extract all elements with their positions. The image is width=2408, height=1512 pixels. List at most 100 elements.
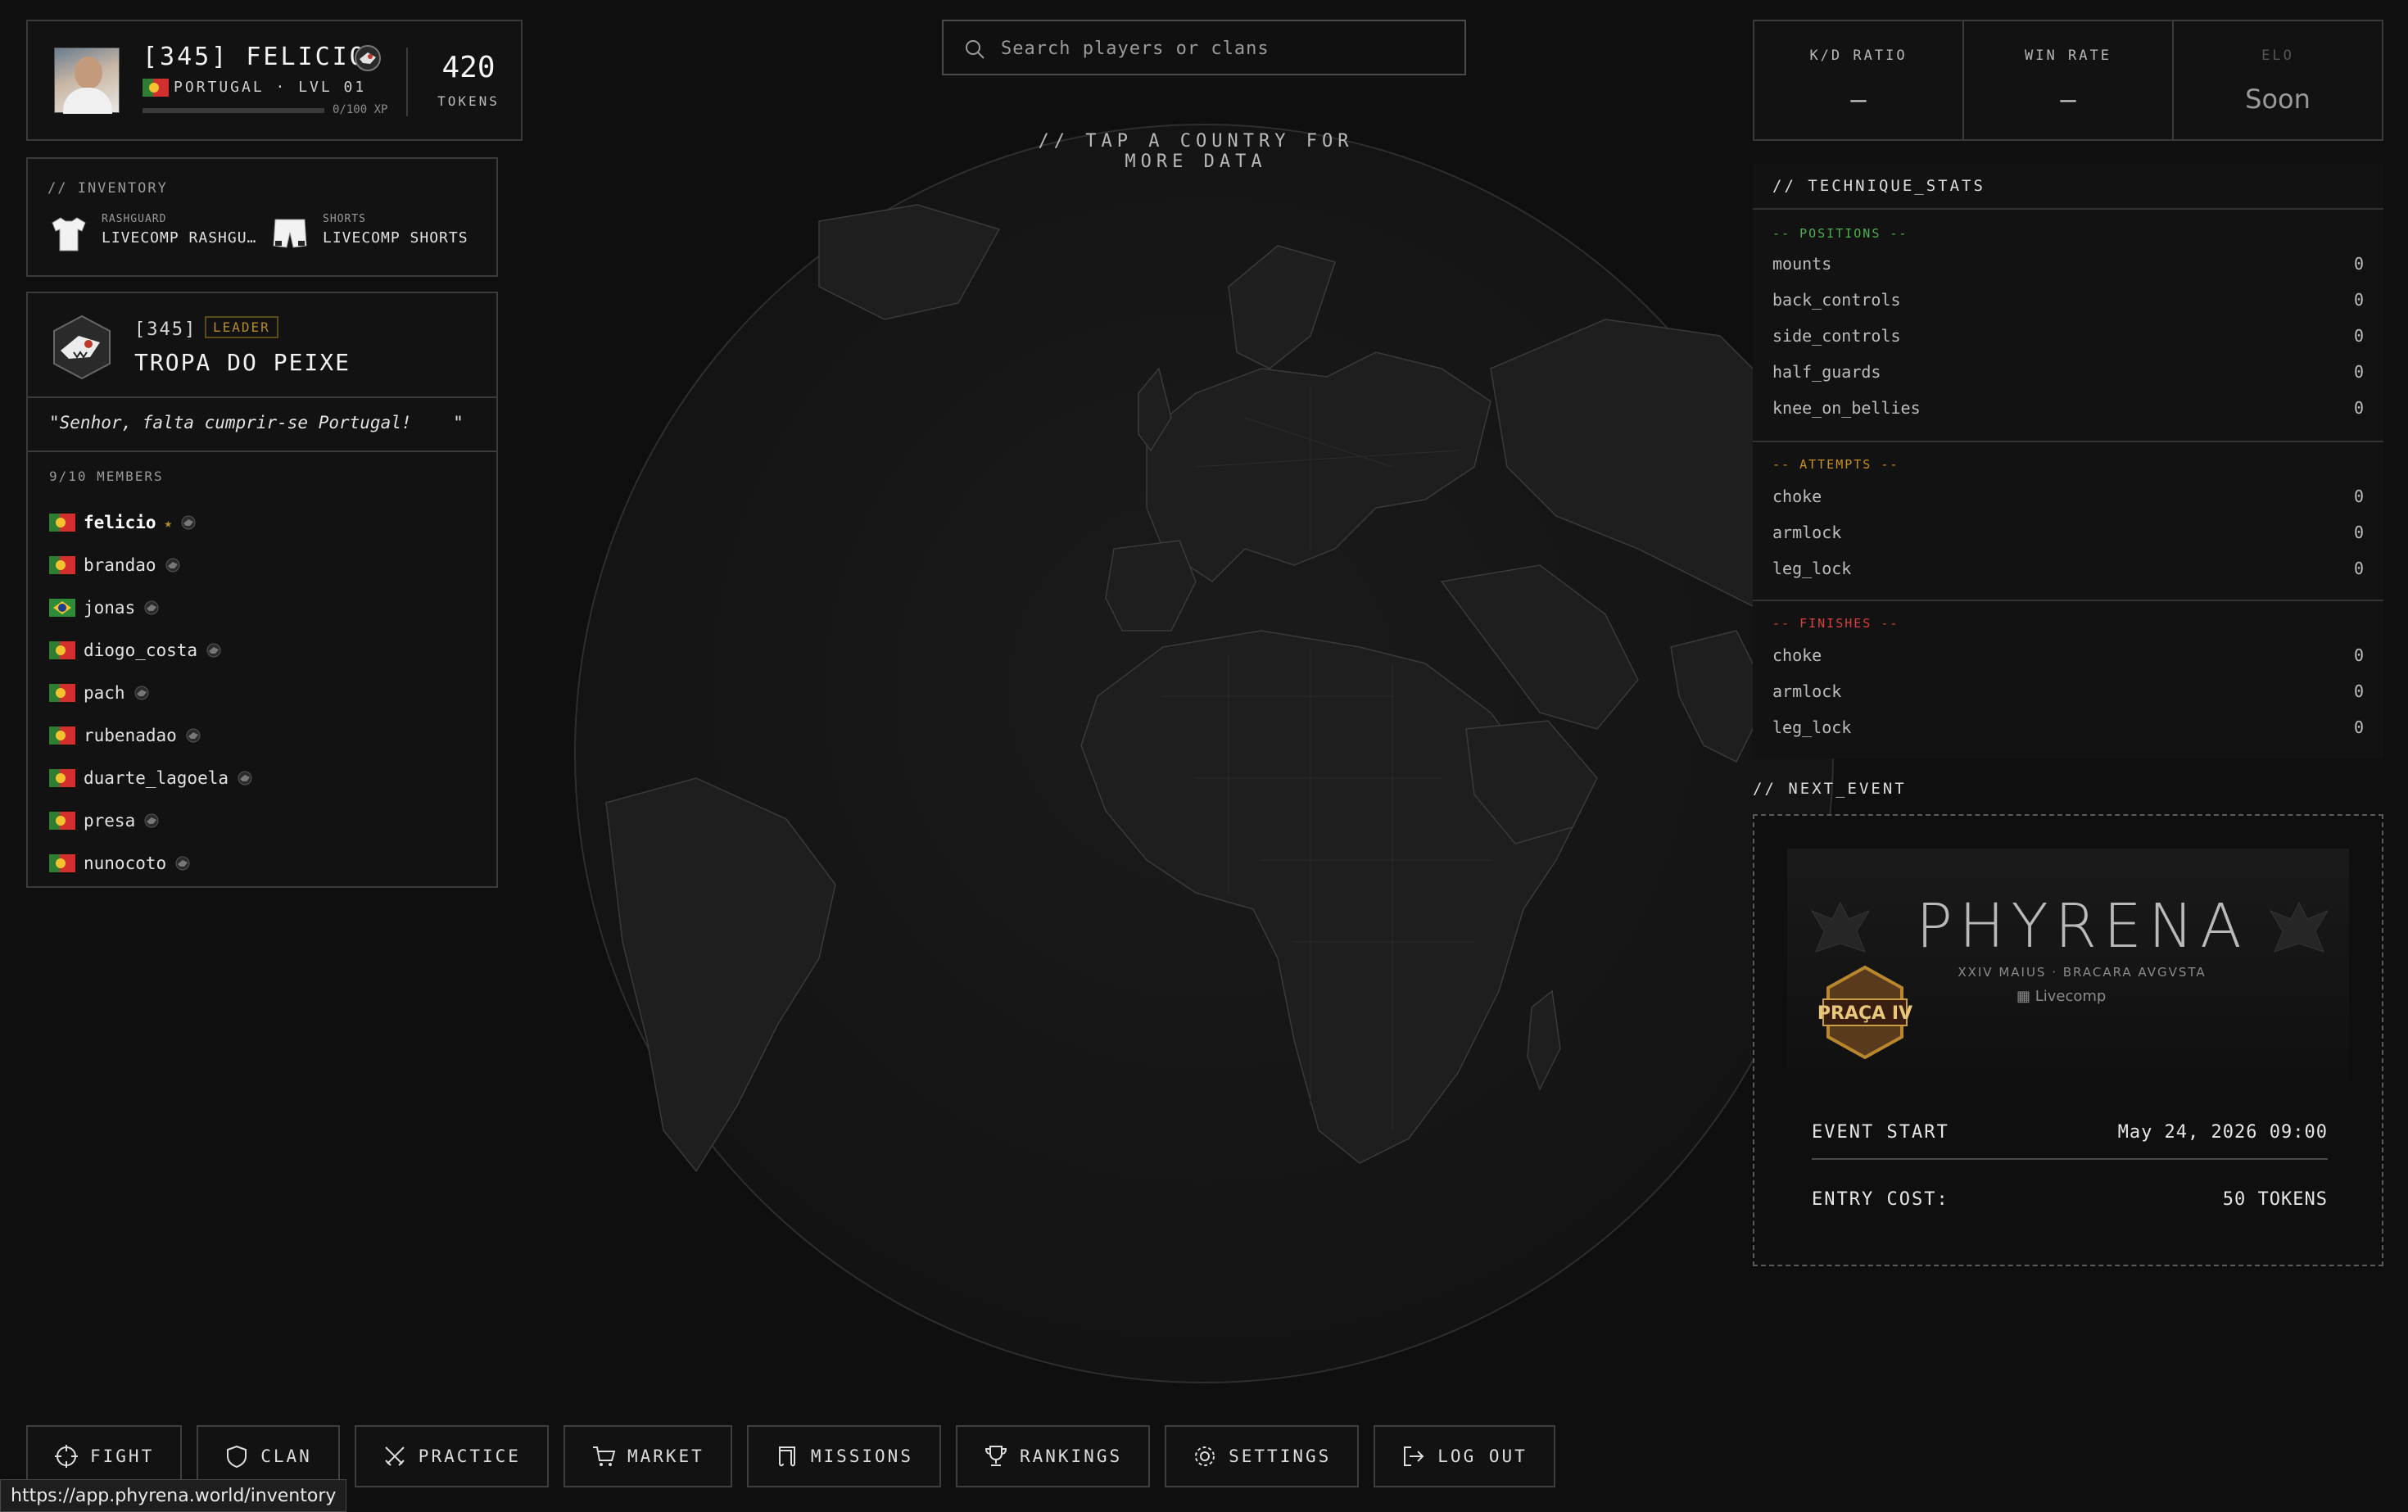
clan-mini-icon <box>181 515 196 530</box>
item-type: SHORTS <box>323 213 366 225</box>
member-row[interactable]: felicio ★ <box>49 501 253 544</box>
praca-badge-icon: PRAÇA IV <box>1817 965 1912 1060</box>
technique-stats-panel: // TECHNIQUE_STATS -- POSITIONS -- mount… <box>1753 164 2383 758</box>
row-value: 0 <box>2353 645 2364 665</box>
stat-value: — <box>1850 84 1867 115</box>
member-name: pach <box>84 683 125 703</box>
clan-emblem-icon[interactable] <box>49 315 115 380</box>
bottom-nav: FIGHT CLAN PRACTICE MARKET MISSIONS RANK… <box>26 1425 1555 1487</box>
nav-label: SETTINGS <box>1229 1446 1332 1466</box>
rankings-button[interactable]: RANKINGS <box>955 1425 1151 1487</box>
stat-value: — <box>2060 84 2076 115</box>
country-level: PORTUGAL · LVL 01 <box>174 79 367 96</box>
market-button[interactable]: MARKET <box>563 1425 732 1487</box>
member-name: felicio <box>84 513 156 532</box>
event-subtitle: XXIV MAIUS · BRACARA AVGVSTA <box>1958 965 2207 980</box>
stat-row: leg_lock 0 <box>1772 559 2364 595</box>
member-row[interactable]: presa <box>49 799 253 842</box>
member-name: diogo_costa <box>84 641 198 660</box>
event-banner[interactable]: PHYRENA XXIV MAIUS · BRACARA AVGVSTA ▦ L… <box>1787 849 2349 1081</box>
missions-button[interactable]: MISSIONS <box>746 1425 941 1487</box>
swords-icon <box>385 1446 405 1466</box>
gear-icon <box>1195 1446 1215 1466</box>
event-partner-label: Livecomp <box>2035 988 2107 1005</box>
member-row[interactable]: duarte_lagoela <box>49 757 253 799</box>
xp-text: 0/100 XP <box>333 103 388 116</box>
tokens-value: 420 <box>441 51 496 84</box>
logout-button[interactable]: LOG OUT <box>1374 1425 1555 1487</box>
member-row[interactable]: diogo_costa <box>49 629 253 672</box>
members-count: 9/10 MEMBERS <box>49 469 164 484</box>
leader-star-icon: ★ <box>164 514 173 531</box>
tokens-label: TOKENS <box>437 93 500 109</box>
member-name: brandao <box>84 555 156 575</box>
event-start-row: EVENT START May 24, 2026 09:00 <box>1812 1122 2328 1143</box>
row-value: 0 <box>2353 326 2364 346</box>
member-row[interactable]: pach <box>49 672 253 714</box>
clan-button[interactable]: CLAN <box>197 1425 340 1487</box>
scroll-icon <box>778 1446 795 1467</box>
status-url: https://app.phyrena.world/inventory <box>0 1479 347 1512</box>
row-label: half_guards <box>1772 362 1881 382</box>
stat-row: half_guards 0 <box>1772 362 2364 398</box>
portugal-flag-icon <box>49 812 75 830</box>
portugal-flag-icon <box>49 769 75 787</box>
row-label: choke <box>1772 645 1822 665</box>
row-label: knee_on_bellies <box>1772 398 1921 418</box>
clan-mini-icon <box>186 728 201 743</box>
cart-icon <box>592 1446 616 1466</box>
stat-row: side_controls 0 <box>1772 326 2364 362</box>
shorts-icon <box>273 219 307 248</box>
search-input[interactable] <box>1001 33 1443 64</box>
member-name: jonas <box>84 598 136 618</box>
xp-progress-bar <box>143 108 324 113</box>
member-row[interactable]: jonas <box>49 586 253 629</box>
member-row[interactable]: nunocoto <box>49 842 253 885</box>
nav-label: RANKINGS <box>1019 1446 1123 1466</box>
role-badge: LEADER <box>205 316 278 338</box>
row-value: 0 <box>2353 398 2364 418</box>
settings-button[interactable]: SETTINGS <box>1165 1425 1360 1487</box>
rashguard-icon <box>52 217 86 251</box>
search-icon <box>966 40 984 59</box>
row-value: 0 <box>2353 523 2364 542</box>
divider <box>406 48 408 116</box>
row-label: side_controls <box>1772 326 1901 346</box>
stat-row: back_controls 0 <box>1772 290 2364 326</box>
item-type: RASHGUARD <box>102 213 167 225</box>
portugal-flag-icon <box>49 556 75 574</box>
clan-mini-icon <box>144 813 159 828</box>
praca-badge-text: PRAÇA IV <box>1817 1003 1912 1024</box>
stat-elo: ELO Soon <box>2174 21 2382 139</box>
stat-kd-ratio: K/D RATIO — <box>1754 21 1964 139</box>
entry-cost-label: ENTRY COST: <box>1812 1189 1949 1210</box>
member-row[interactable]: brandao <box>49 544 253 586</box>
world-globe-map[interactable] <box>573 123 1835 1384</box>
row-value: 0 <box>2353 718 2364 737</box>
portugal-flag-icon <box>49 854 75 872</box>
members-list: felicio ★ brandao jonas diogo_costapach ruben… <box>49 501 253 885</box>
clan-panel: [345] LEADER TROPA DO PEIXE "Senhor, fal… <box>26 292 498 888</box>
clan-mini-icon <box>238 771 252 785</box>
stat-row: knee_on_bellies 0 <box>1772 398 2364 434</box>
practice-button[interactable]: PRACTICE <box>354 1425 549 1487</box>
clan-mini-icon <box>175 856 190 871</box>
player-name: [345] FELICIO <box>143 43 367 71</box>
row-value: 0 <box>2353 559 2364 578</box>
shield-icon <box>227 1445 247 1469</box>
fight-button[interactable]: FIGHT <box>26 1425 183 1487</box>
row-label: leg_lock <box>1772 559 1852 578</box>
avatar[interactable] <box>54 48 120 114</box>
search-bar[interactable] <box>942 20 1466 75</box>
stats-panel: K/D RATIO — WIN RATE — ELO Soon <box>1753 20 2383 141</box>
row-label: armlock <box>1772 681 1842 701</box>
group-title-finishes: -- FINISHES -- <box>1772 616 1899 631</box>
event-start-label: EVENT START <box>1812 1122 1949 1143</box>
clan-name[interactable]: TROPA DO PEIXE <box>134 349 351 376</box>
group-title-positions: -- POSITIONS -- <box>1772 226 1908 241</box>
eagle-icon <box>2269 901 2329 953</box>
next-event-card[interactable]: PHYRENA XXIV MAIUS · BRACARA AVGVSTA ▦ L… <box>1753 814 2383 1266</box>
member-row[interactable]: rubenadao <box>49 714 253 757</box>
row-value: 0 <box>2353 487 2364 506</box>
profile-card[interactable]: [345] FELICIO PORTUGAL · LVL 01 0/100 XP… <box>26 20 523 141</box>
